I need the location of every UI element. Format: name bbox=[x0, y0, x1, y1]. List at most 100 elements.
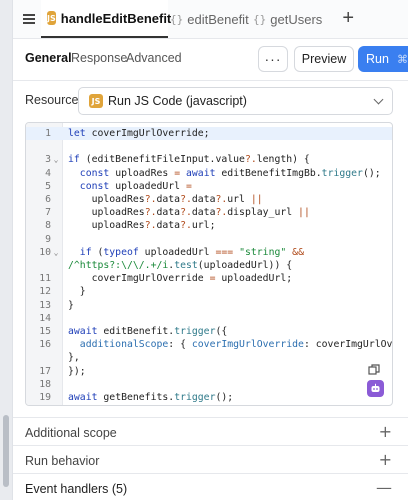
line-number: 11 bbox=[39, 273, 51, 285]
line-number: 3 bbox=[45, 154, 51, 166]
section-label: Additional scope bbox=[25, 426, 117, 440]
code-text: let coverImgUrlOverride; bbox=[68, 128, 210, 139]
code-text: }, bbox=[68, 352, 80, 364]
resource-select[interactable]: JS Run JS Code (javascript) bbox=[78, 87, 393, 115]
chevron-down-icon bbox=[373, 94, 384, 105]
line-number: 14 bbox=[39, 312, 51, 324]
code-line[interactable]: 7 uploadRes?.data?.data?.display_url || bbox=[26, 206, 392, 219]
line-number: 12 bbox=[39, 286, 51, 298]
line-number: 6 bbox=[45, 194, 51, 205]
code-editor[interactable]: 1 let coverImgUrlOverride; 3 ⌄ if (editBenef… bbox=[25, 122, 393, 406]
add-tab-icon[interactable]: + bbox=[342, 8, 354, 28]
js-badge-icon: JS bbox=[89, 94, 103, 108]
code-text: additionalScope: { coverImgUrlOverride: … bbox=[79, 339, 393, 351]
code-line[interactable]: 15 await editBenefit.trigger({ bbox=[26, 325, 392, 338]
code-line[interactable]: 10 ⌄ if (typeof uploadedUrl === "string" … bbox=[26, 246, 392, 259]
code-text: const uploadRes = await editBenefitImgBb… bbox=[79, 167, 381, 179]
line-number: 7 bbox=[45, 207, 51, 219]
code-line[interactable]: 1 let coverImgUrlOverride; bbox=[26, 127, 392, 141]
code-text: if (editBenefitFileInput.value?.length) … bbox=[68, 154, 310, 166]
line-number: 8 bbox=[45, 220, 51, 232]
plus-icon[interactable]: + bbox=[379, 452, 392, 468]
tab-bar: JS handleEditBenefit {} editBenefit {} g… bbox=[13, 0, 408, 39]
code-line[interactable]: /^https?:\/\/.+/i.test(uploadedUrl)) { bbox=[26, 259, 392, 272]
code-text: coverImgUrlOverride = uploadedUrl; bbox=[68, 273, 293, 285]
code-text: if (typeof uploadedUrl === "string" && bbox=[79, 246, 304, 258]
code-line[interactable] bbox=[26, 140, 392, 153]
line-number: 10 bbox=[39, 246, 51, 258]
code-text: const uploadedUrl = bbox=[79, 180, 192, 192]
code-text: } bbox=[68, 286, 86, 298]
code-line[interactable]: 18 bbox=[26, 378, 392, 391]
code-line[interactable]: 4 const uploadRes = await editBenefitImg… bbox=[26, 167, 392, 180]
line-number: 13 bbox=[39, 299, 51, 311]
code-text: uploadRes?.data?.url; bbox=[68, 220, 216, 232]
run-shortcut: ⌘↵ bbox=[396, 52, 408, 66]
tab-getUsers[interactable]: {} getUsers bbox=[253, 0, 322, 38]
section-run-behavior[interactable]: Run behavior + bbox=[13, 445, 408, 474]
code-line[interactable]: 12 } bbox=[26, 285, 392, 298]
code-line[interactable]: 19 await getBenefits.trigger(); bbox=[26, 391, 392, 404]
fold-chevron-icon[interactable]: ⌄ bbox=[51, 246, 61, 259]
tab-label: handleEditBenefit bbox=[60, 10, 172, 26]
code-line[interactable]: 3 ⌄ if (editBenefitFileInput.value?.length… bbox=[26, 153, 392, 166]
code-text: /^https?:\/\/.+/i.test(uploadedUrl)) { bbox=[68, 260, 293, 271]
minus-icon[interactable]: — bbox=[376, 480, 392, 496]
code-line[interactable]: 20 bbox=[26, 404, 392, 405]
query-icon: {} bbox=[170, 12, 184, 26]
tab-label: editBenefit bbox=[187, 11, 249, 27]
ai-assistant-icon[interactable] bbox=[367, 380, 384, 397]
code-line[interactable]: 17}); bbox=[26, 365, 392, 378]
code-line[interactable]: 11 coverImgUrlOverride = uploadedUrl; bbox=[26, 272, 392, 285]
query-icon: {} bbox=[253, 12, 267, 26]
code-line[interactable]: 16 additionalScope: { coverImgUrlOverrid… bbox=[26, 338, 392, 351]
code-line[interactable]: 5 const uploadedUrl = bbox=[26, 180, 392, 193]
code-text: } bbox=[68, 299, 74, 311]
plus-icon[interactable]: + bbox=[379, 424, 392, 440]
code-text: uploadRes?.data?.data?.display_url || bbox=[68, 207, 310, 219]
line-number: 5 bbox=[45, 180, 51, 192]
line-number: 19 bbox=[39, 392, 51, 403]
run-button[interactable]: Run ⌘↵ bbox=[358, 46, 408, 72]
resource-value: Run JS Code (javascript) bbox=[108, 94, 247, 108]
line-number: 9 bbox=[45, 233, 51, 245]
code-text: uploadRes?.data?.data?.url || bbox=[68, 194, 263, 205]
code-line[interactable]: }, bbox=[26, 351, 392, 364]
tab-response[interactable]: Response bbox=[71, 51, 127, 65]
resource-label: Resource bbox=[25, 93, 79, 107]
section-event-handlers[interactable]: Event handlers (5) — bbox=[13, 473, 408, 502]
preview-button[interactable]: Preview bbox=[294, 46, 354, 72]
line-number: 18 bbox=[39, 378, 51, 390]
line-number: 16 bbox=[39, 339, 51, 351]
copy-icon[interactable] bbox=[366, 362, 382, 378]
section-label: Run behavior bbox=[25, 454, 100, 468]
section-label: Event handlers (5) bbox=[25, 482, 128, 496]
tab-handleEditBenefit[interactable]: JS handleEditBenefit bbox=[41, 0, 171, 38]
code-line[interactable]: 9 bbox=[26, 233, 392, 246]
left-scrollbar[interactable] bbox=[0, 0, 13, 500]
line-number: 4 bbox=[45, 167, 51, 179]
code-line[interactable]: 13} bbox=[26, 299, 392, 312]
code-line[interactable]: 6 uploadRes?.data?.data?.url || bbox=[26, 193, 392, 206]
more-options-button[interactable]: ··· bbox=[258, 46, 288, 72]
query-editor-panel: JS handleEditBenefit {} editBenefit {} g… bbox=[13, 0, 408, 500]
menu-icon[interactable] bbox=[23, 18, 35, 20]
code-text: await getBenefits.trigger(); bbox=[68, 392, 234, 403]
tab-editBenefit[interactable]: {} editBenefit bbox=[170, 0, 249, 38]
tab-general[interactable]: General bbox=[25, 51, 72, 65]
code-text: }); bbox=[68, 365, 86, 377]
line-number: 20 bbox=[26, 404, 51, 405]
code-line[interactable]: 8 uploadRes?.data?.url; bbox=[26, 219, 392, 232]
run-label: Run bbox=[366, 52, 389, 66]
line-number: 15 bbox=[39, 326, 51, 337]
js-badge-icon: JS bbox=[47, 11, 56, 25]
code-text: await editBenefit.trigger({ bbox=[68, 326, 228, 337]
section-additional-scope[interactable]: Additional scope + bbox=[13, 417, 408, 446]
line-number: 17 bbox=[39, 365, 51, 377]
scrollbar-thumb[interactable] bbox=[3, 415, 9, 487]
line-number: 1 bbox=[45, 128, 51, 139]
code-line[interactable]: 14 bbox=[26, 312, 392, 325]
tab-advanced[interactable]: Advanced bbox=[126, 51, 182, 65]
fold-chevron-icon[interactable]: ⌄ bbox=[51, 153, 61, 166]
tab-label: getUsers bbox=[270, 11, 323, 27]
